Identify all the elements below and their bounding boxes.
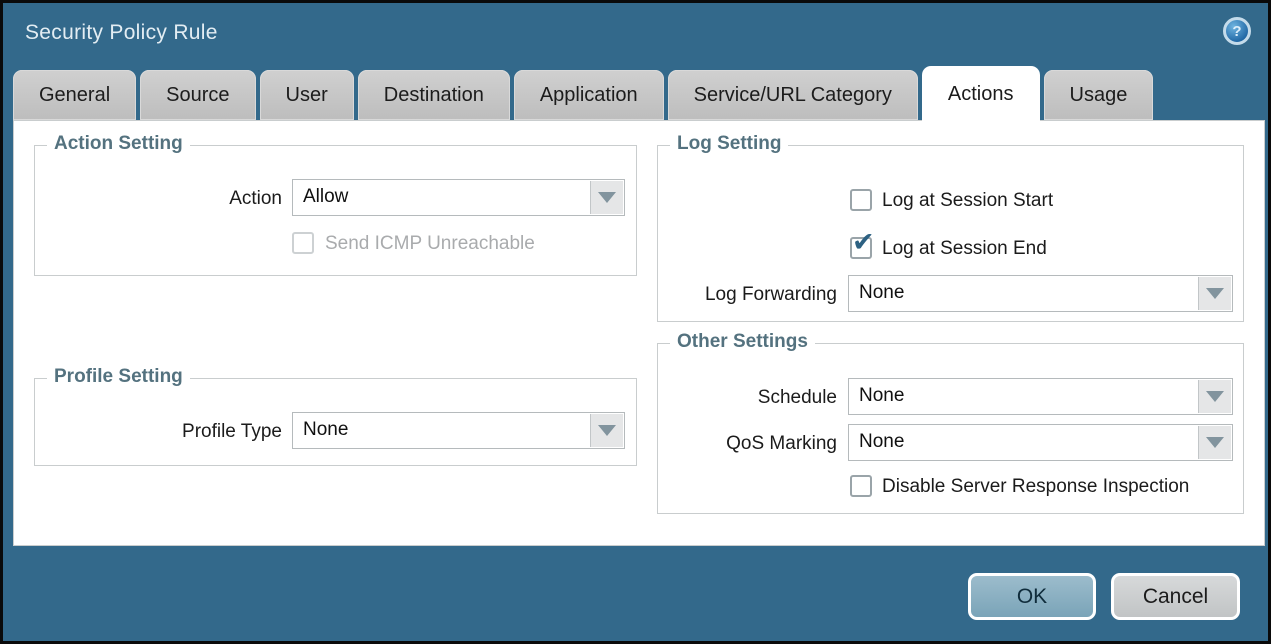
other-settings-legend: Other Settings <box>670 331 815 353</box>
log-at-session-end-label: Log at Session End <box>882 238 1047 260</box>
schedule-label: Schedule <box>658 387 837 409</box>
log-setting-legend: Log Setting <box>670 133 788 155</box>
dialog-title: Security Policy Rule <box>25 21 218 45</box>
qos-marking-dropdown[interactable]: None <box>848 424 1233 461</box>
tab-user[interactable]: User <box>260 70 354 120</box>
schedule-dropdown[interactable]: None <box>848 378 1233 415</box>
log-at-session-start-checkbox[interactable]: ✔ <box>850 189 872 211</box>
chevron-down-icon <box>1206 288 1224 299</box>
tab-content-panel: Action Setting Action Allow ✔ Send ICMP … <box>13 120 1265 546</box>
profile-type-dropdown[interactable]: None <box>292 412 625 449</box>
ok-button[interactable]: OK <box>968 573 1096 620</box>
send-icmp-unreachable-checkbox[interactable]: ✔ <box>292 232 314 254</box>
profile-type-dropdown-value: None <box>293 413 589 448</box>
chevron-down-icon <box>598 192 616 203</box>
tab-actions[interactable]: Actions <box>922 66 1040 122</box>
schedule-dropdown-button[interactable] <box>1198 380 1231 413</box>
disable-server-response-inspection-checkbox[interactable]: ✔ <box>850 475 872 497</box>
tab-bar: General Source User Destination Applicat… <box>13 64 1153 120</box>
chevron-down-icon <box>1206 437 1224 448</box>
qos-marking-dropdown-value: None <box>849 425 1197 460</box>
action-dropdown-button[interactable] <box>590 181 623 214</box>
chevron-down-icon <box>598 425 616 436</box>
tab-application[interactable]: Application <box>514 70 664 120</box>
send-icmp-unreachable-label: Send ICMP Unreachable <box>325 233 535 255</box>
schedule-dropdown-value: None <box>849 379 1197 414</box>
log-forwarding-label: Log Forwarding <box>658 284 837 306</box>
help-icon[interactable]: ? <box>1223 17 1251 45</box>
action-dropdown-value: Allow <box>293 180 589 215</box>
tab-general[interactable]: General <box>13 70 136 120</box>
qos-marking-dropdown-button[interactable] <box>1198 426 1231 459</box>
log-at-session-start-label: Log at Session Start <box>882 190 1053 212</box>
disable-server-response-inspection-label: Disable Server Response Inspection <box>882 476 1189 498</box>
action-setting-legend: Action Setting <box>47 133 190 155</box>
other-settings-group: Other Settings Schedule None QoS Marking… <box>657 343 1244 514</box>
action-label: Action <box>35 188 282 210</box>
profile-setting-legend: Profile Setting <box>47 366 190 388</box>
checkmark-icon: ✔ <box>852 227 875 258</box>
log-forwarding-dropdown-button[interactable] <box>1198 277 1231 310</box>
chevron-down-icon <box>1206 391 1224 402</box>
action-dropdown[interactable]: Allow <box>292 179 625 216</box>
tab-destination[interactable]: Destination <box>358 70 510 120</box>
profile-setting-group: Profile Setting Profile Type None <box>34 378 637 466</box>
profile-type-dropdown-button[interactable] <box>590 414 623 447</box>
log-setting-group: Log Setting ✔ Log at Session Start ✔ Log… <box>657 145 1244 322</box>
tab-source[interactable]: Source <box>140 70 255 120</box>
log-forwarding-dropdown-value: None <box>849 276 1197 311</box>
tab-usage[interactable]: Usage <box>1044 70 1154 120</box>
action-setting-group: Action Setting Action Allow ✔ Send ICMP … <box>34 145 637 276</box>
tab-service-url-category[interactable]: Service/URL Category <box>668 70 918 120</box>
profile-type-label: Profile Type <box>35 421 282 443</box>
qos-marking-label: QoS Marking <box>658 433 837 455</box>
log-at-session-end-checkbox[interactable]: ✔ <box>850 237 872 259</box>
cancel-button[interactable]: Cancel <box>1111 573 1240 620</box>
log-forwarding-dropdown[interactable]: None <box>848 275 1233 312</box>
security-policy-rule-dialog: Security Policy Rule ? General Source Us… <box>0 0 1271 644</box>
